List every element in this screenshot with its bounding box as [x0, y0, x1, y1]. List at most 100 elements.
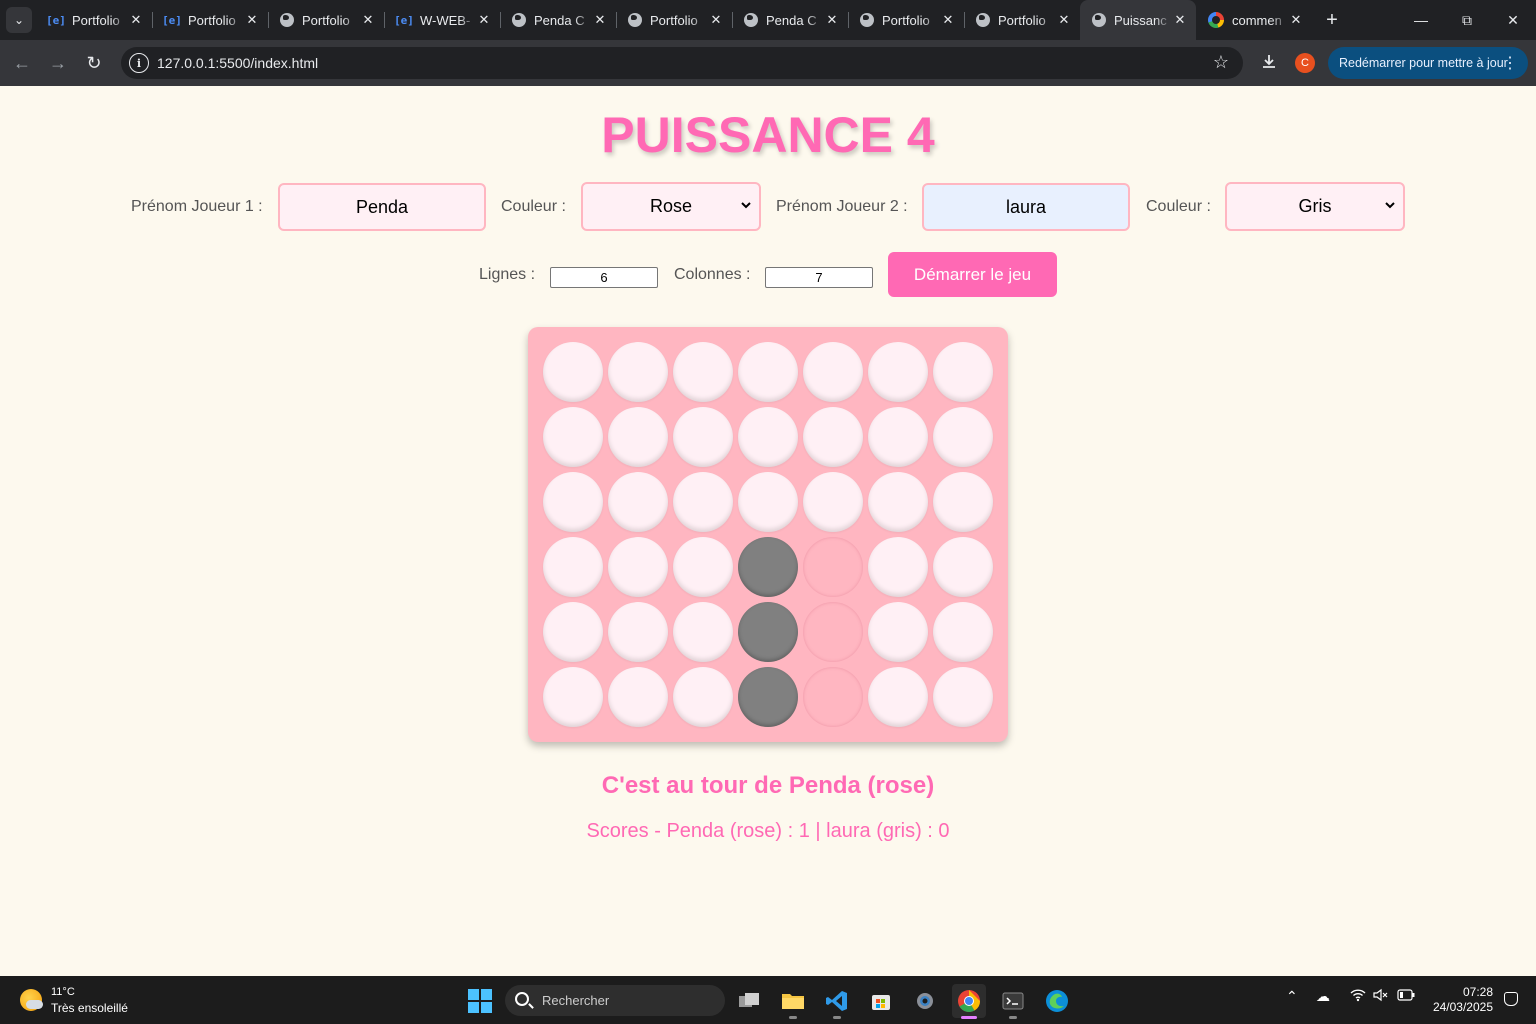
board-cell-empty[interactable]: [543, 342, 603, 402]
terminal-icon[interactable]: [996, 984, 1030, 1019]
browser-tab[interactable]: Penda C ✕: [500, 0, 616, 40]
board-cell-empty[interactable]: [803, 407, 863, 467]
weather-temperature[interactable]: 11°C: [51, 986, 75, 998]
close-window-button[interactable]: ✕: [1490, 0, 1536, 40]
tab-search-button[interactable]: ⌄: [6, 7, 32, 33]
board-cell-empty[interactable]: [543, 472, 603, 532]
board-cell-gris[interactable]: [738, 537, 798, 597]
close-icon[interactable]: ✕: [940, 12, 956, 28]
minimize-button[interactable]: —: [1398, 0, 1444, 40]
browser-tab[interactable]: Portfolio ✕: [268, 0, 384, 40]
site-info-icon[interactable]: i: [129, 53, 149, 73]
board-cell-empty[interactable]: [608, 407, 668, 467]
player1-name-input[interactable]: [278, 183, 486, 231]
system-clock[interactable]: 07:28 24/03/2025: [1433, 985, 1493, 1015]
browser-tab[interactable]: [e] W-WEB- ✕: [384, 0, 500, 40]
board-cell-empty[interactable]: [608, 342, 668, 402]
board-cell-empty[interactable]: [933, 667, 993, 727]
update-button[interactable]: Redémarrer pour mettre à jour ⋮: [1328, 47, 1528, 79]
board-cell-empty[interactable]: [608, 537, 668, 597]
file-explorer-icon[interactable]: [776, 984, 810, 1019]
board-cell-empty[interactable]: [933, 472, 993, 532]
start-button[interactable]: [468, 989, 492, 1013]
close-icon[interactable]: ✕: [592, 12, 608, 28]
edge-icon[interactable]: [1040, 984, 1074, 1018]
board-cell-empty[interactable]: [933, 602, 993, 662]
browser-tab[interactable]: Penda C ✕: [732, 0, 848, 40]
restore-button[interactable]: ⧉: [1444, 0, 1490, 40]
bookmark-star-icon[interactable]: ☆: [1213, 52, 1229, 73]
browser-tab[interactable]: [e] Portfolio ✕: [152, 0, 268, 40]
volume-muted-icon[interactable]: [1373, 988, 1389, 1005]
board-cell-empty[interactable]: [933, 342, 993, 402]
close-icon[interactable]: ✕: [1288, 12, 1304, 28]
chevron-up-icon[interactable]: ⌃: [1286, 988, 1298, 1005]
board-cell-empty[interactable]: [868, 407, 928, 467]
vscode-icon[interactable]: [820, 984, 854, 1019]
board-cell-empty[interactable]: [868, 537, 928, 597]
close-icon[interactable]: ✕: [244, 12, 260, 28]
settings-gear-icon[interactable]: [908, 984, 942, 1018]
board-cell-empty[interactable]: [738, 342, 798, 402]
store-icon[interactable]: [864, 984, 898, 1018]
battery-icon[interactable]: [1397, 988, 1415, 1004]
wifi-icon[interactable]: [1350, 988, 1366, 1005]
board-cell-empty[interactable]: [673, 407, 733, 467]
board-cell-rose[interactable]: [803, 667, 863, 727]
board-cell-empty[interactable]: [868, 342, 928, 402]
onedrive-cloud-icon[interactable]: ☁: [1316, 988, 1330, 1005]
more-menu-icon[interactable]: ⋮: [1502, 53, 1518, 73]
close-icon[interactable]: ✕: [128, 12, 144, 28]
board-cell-gris[interactable]: [738, 667, 798, 727]
board-cell-empty[interactable]: [543, 667, 603, 727]
browser-tab[interactable]: Puissanc ✕: [1080, 0, 1196, 40]
reload-button[interactable]: ↻: [80, 49, 108, 77]
player2-name-input[interactable]: [922, 183, 1130, 231]
browser-tab[interactable]: Portfolio ✕: [616, 0, 732, 40]
board-cell-gris[interactable]: [738, 602, 798, 662]
browser-tab[interactable]: Portfolio ✕: [964, 0, 1080, 40]
board-cell-empty[interactable]: [673, 667, 733, 727]
board-cell-empty[interactable]: [543, 537, 603, 597]
forward-button[interactable]: →: [44, 49, 72, 77]
board-cell-empty[interactable]: [738, 472, 798, 532]
close-icon[interactable]: ✕: [360, 12, 376, 28]
board-cell-empty[interactable]: [673, 342, 733, 402]
board-cell-empty[interactable]: [608, 667, 668, 727]
download-icon[interactable]: [1257, 50, 1281, 74]
board-cell-empty[interactable]: [673, 537, 733, 597]
close-icon[interactable]: ✕: [708, 12, 724, 28]
back-button[interactable]: ←: [8, 49, 36, 77]
browser-tab[interactable]: [e] Portfolio ✕: [36, 0, 152, 40]
board-cell-empty[interactable]: [738, 407, 798, 467]
close-icon[interactable]: ✕: [824, 12, 840, 28]
start-game-button[interactable]: Démarrer le jeu: [888, 252, 1057, 297]
browser-tab[interactable]: commen ✕: [1196, 0, 1312, 40]
cols-input[interactable]: [765, 267, 873, 288]
weather-sun-icon[interactable]: [20, 989, 43, 1011]
address-bar[interactable]: i 127.0.0.1:5500/index.html ☆: [121, 47, 1243, 79]
chrome-icon[interactable]: [952, 984, 986, 1019]
board-cell-empty[interactable]: [868, 472, 928, 532]
board-cell-empty[interactable]: [608, 602, 668, 662]
board-cell-empty[interactable]: [673, 602, 733, 662]
profile-avatar[interactable]: C: [1295, 53, 1315, 73]
weather-description[interactable]: Très ensoleillé: [51, 1001, 128, 1015]
url-text[interactable]: 127.0.0.1:5500/index.html: [157, 55, 318, 71]
rows-input[interactable]: [550, 267, 658, 288]
board-cell-empty[interactable]: [608, 472, 668, 532]
board-cell-empty[interactable]: [868, 667, 928, 727]
board-cell-empty[interactable]: [803, 472, 863, 532]
notification-bell-icon[interactable]: [1504, 992, 1518, 1006]
task-view-icon[interactable]: [732, 984, 766, 1018]
taskbar-search[interactable]: Rechercher: [505, 985, 725, 1016]
close-icon[interactable]: ✕: [476, 12, 492, 28]
close-icon[interactable]: ✕: [1056, 12, 1072, 28]
board-cell-empty[interactable]: [543, 407, 603, 467]
board-cell-empty[interactable]: [933, 537, 993, 597]
player1-color-select[interactable]: Rose: [581, 182, 761, 231]
new-tab-button[interactable]: +: [1320, 8, 1344, 32]
board-cell-empty[interactable]: [543, 602, 603, 662]
board-cell-empty[interactable]: [803, 342, 863, 402]
player2-color-select[interactable]: Gris: [1225, 182, 1405, 231]
